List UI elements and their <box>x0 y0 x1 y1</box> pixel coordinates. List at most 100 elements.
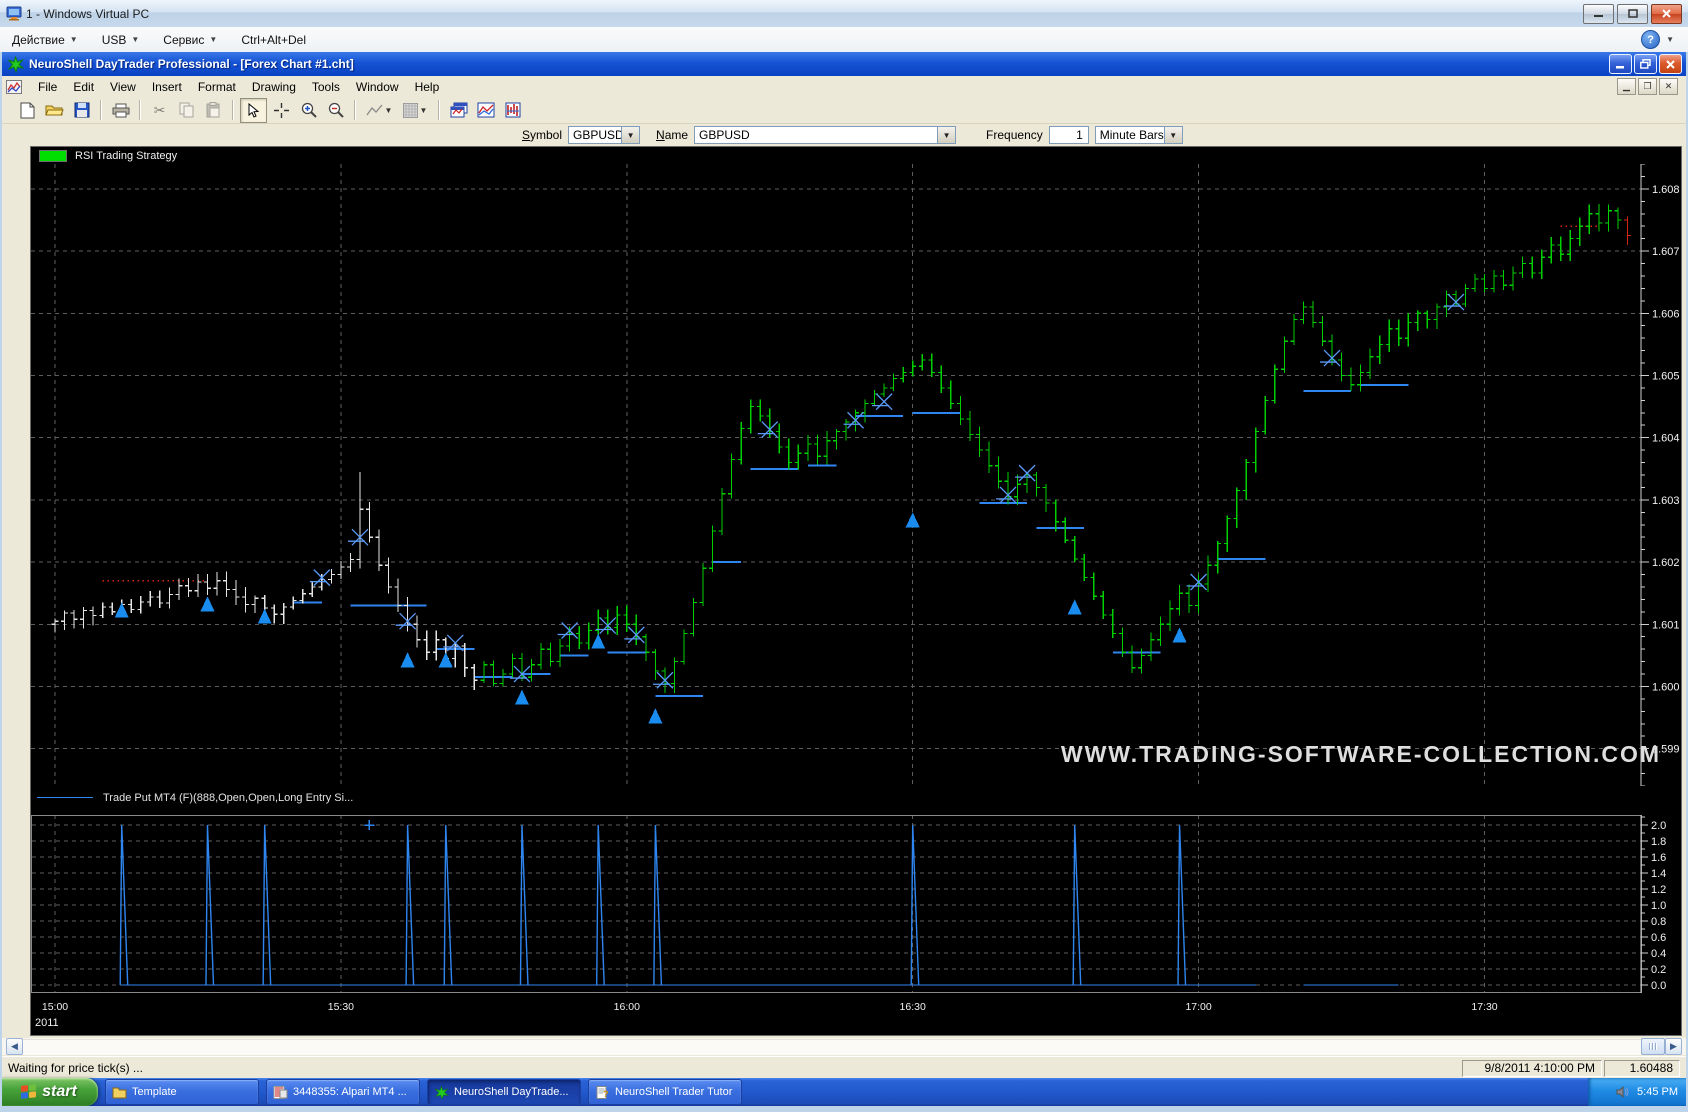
chart-controls-row: Symbol GBPUSD ▼ Name GBPUSD ▼ Frequency … <box>2 124 1686 146</box>
pattern-fill-button[interactable]: ▼ <box>398 99 432 122</box>
menu-view[interactable]: View <box>102 78 144 96</box>
chevron-down-icon: ▼ <box>420 106 428 115</box>
chart-document-icon <box>6 80 22 94</box>
mdi-restore-button[interactable]: ❐ <box>1638 78 1657 95</box>
line-tool-button[interactable]: ▼ <box>362 99 396 122</box>
tray-clock[interactable]: 5:45 PM <box>1637 1086 1678 1098</box>
neuroshell-icon <box>434 1086 449 1099</box>
new-document-icon <box>20 102 35 119</box>
menu-insert[interactable]: Insert <box>144 78 190 96</box>
select-cursor-button[interactable] <box>240 98 267 123</box>
copy-button[interactable] <box>174 99 199 122</box>
new-document-button[interactable] <box>15 99 40 122</box>
menu-edit[interactable]: Edit <box>65 78 102 96</box>
chevron-down-icon[interactable]: ▼ <box>1666 35 1674 44</box>
cascade-charts-button[interactable] <box>446 99 471 122</box>
vpc-menu-service[interactable]: Сервис▼ <box>151 30 229 50</box>
crosshair-icon <box>274 103 289 118</box>
print-button[interactable] <box>108 99 133 122</box>
tutor-notes-icon: ? <box>595 1086 610 1099</box>
menu-file[interactable]: File <box>30 78 65 96</box>
svg-text:1.0: 1.0 <box>1651 900 1666 912</box>
app-close-button[interactable] <box>1659 54 1682 74</box>
task-button-neuroshell-daytrader[interactable]: NeuroShell DayTrade... <box>427 1079 581 1105</box>
cut-button[interactable]: ✂ <box>147 99 172 122</box>
scrollbar-thumb[interactable] <box>1641 1038 1665 1055</box>
vpc-close-button[interactable] <box>1651 4 1682 24</box>
chevron-down-icon[interactable]: ▼ <box>1164 127 1182 143</box>
frequency-input[interactable]: 1 <box>1049 126 1089 144</box>
task-label: 3448355: Alpari MT4 ... <box>293 1086 407 1098</box>
vpc-menu-usb[interactable]: USB▼ <box>90 30 152 50</box>
bar-chart-button[interactable] <box>500 99 525 122</box>
svg-text:0.0: 0.0 <box>1651 980 1666 992</box>
app-minimize-button[interactable] <box>1609 54 1632 74</box>
vpc-menu-action[interactable]: Действие▼ <box>0 30 90 50</box>
app-restore-button[interactable] <box>1634 54 1657 74</box>
paste-clipboard-icon <box>206 102 221 118</box>
signal-subchart[interactable]: 2.01.81.61.41.21.00.80.60.40.20.0 <box>31 809 1681 999</box>
vpc-maximize-button[interactable] <box>1617 4 1648 24</box>
menu-tools[interactable]: Tools <box>304 78 348 96</box>
menu-format[interactable]: Format <box>190 78 244 96</box>
symbol-value: GBPUSD <box>569 128 621 142</box>
name-combobox[interactable]: GBPUSD ▼ <box>694 126 956 144</box>
scroll-right-button[interactable]: ▶ <box>1665 1038 1682 1055</box>
app-window-title: NeuroShell DayTrader Professional - [For… <box>29 57 354 71</box>
save-button[interactable] <box>69 99 94 122</box>
vpc-titlebar: 1 - Windows Virtual PC <box>0 0 1688 28</box>
folder-icon <box>112 1086 127 1099</box>
svg-text:1.604: 1.604 <box>1652 433 1680 445</box>
mdi-minimize-button[interactable]: ▁ <box>1617 78 1636 95</box>
vpc-minimize-button[interactable] <box>1583 4 1614 24</box>
time-axis-label: 17:30 <box>1471 1001 1497 1013</box>
zoom-out-button[interactable] <box>323 99 348 122</box>
paste-button[interactable] <box>201 99 226 122</box>
svg-text:1.607: 1.607 <box>1652 246 1680 258</box>
neuroshell-app-icon <box>7 56 24 73</box>
svg-text:1.608: 1.608 <box>1652 184 1680 196</box>
task-button-template[interactable]: Template <box>105 1079 259 1105</box>
trendline-icon <box>366 104 383 117</box>
vpc-menu-ctrl-alt-del[interactable]: Ctrl+Alt+Del <box>229 30 318 50</box>
crosshair-button[interactable] <box>269 99 294 122</box>
bar-type-combobox[interactable]: Minute Bars ▼ <box>1095 126 1183 144</box>
scrollbar-track[interactable] <box>23 1039 1641 1055</box>
svg-text:1.603: 1.603 <box>1652 495 1680 507</box>
zoom-in-icon <box>301 102 317 118</box>
speaker-volume-icon[interactable] <box>1616 1086 1629 1098</box>
svg-text:0.8: 0.8 <box>1651 916 1666 928</box>
vpc-help-controls: ? ▼ <box>1641 30 1674 49</box>
app-window-controls <box>1607 54 1682 74</box>
status-message: Waiting for price tick(s) ... <box>8 1061 143 1075</box>
toolbar-separator <box>100 100 102 120</box>
chevron-down-icon[interactable]: ▼ <box>937 127 955 143</box>
svg-text:1.605: 1.605 <box>1652 370 1680 382</box>
mdi-close-button[interactable]: ✕ <box>1659 78 1678 95</box>
open-file-button[interactable] <box>42 99 67 122</box>
help-icon[interactable]: ? <box>1641 30 1660 49</box>
task-button-neuroshell-tutor[interactable]: ? NeuroShell Trader Tutor <box>588 1079 742 1105</box>
zoom-in-button[interactable] <box>296 99 321 122</box>
toolbar-separator <box>438 100 440 120</box>
svg-text:0.6: 0.6 <box>1651 932 1666 944</box>
svg-text:WWW.TRADING-SOFTWARE-COLLECTIO: WWW.TRADING-SOFTWARE-COLLECTION.COM <box>1061 741 1661 767</box>
scroll-left-button[interactable]: ◀ <box>6 1038 23 1055</box>
svg-text:1.600: 1.600 <box>1652 681 1680 693</box>
windows-logo-icon <box>21 1084 37 1100</box>
symbol-combobox[interactable]: GBPUSD ▼ <box>568 126 640 144</box>
vpc-menubar: Действие▼ USB▼ Сервис▼ Ctrl+Alt+Del ? ▼ <box>0 27 1688 53</box>
subchart-legend-line-sample <box>37 797 93 798</box>
vm-window-border <box>0 1106 1688 1112</box>
system-tray: 5:45 PM <box>1588 1078 1688 1106</box>
menu-help[interactable]: Help <box>407 78 448 96</box>
menu-drawing[interactable]: Drawing <box>244 78 304 96</box>
start-button[interactable]: start <box>0 1078 98 1106</box>
toolbar-separator <box>354 100 356 120</box>
main-price-chart[interactable]: 1.6081.6071.6061.6051.6041.6031.6021.601… <box>31 164 1681 786</box>
menu-window[interactable]: Window <box>348 78 407 96</box>
chevron-down-icon[interactable]: ▼ <box>621 127 639 143</box>
svg-text:2.0: 2.0 <box>1651 820 1666 832</box>
overlay-chart-button[interactable] <box>473 99 498 122</box>
task-button-alpari-mt4[interactable]: 3448355: Alpari MT4 ... <box>266 1079 420 1105</box>
